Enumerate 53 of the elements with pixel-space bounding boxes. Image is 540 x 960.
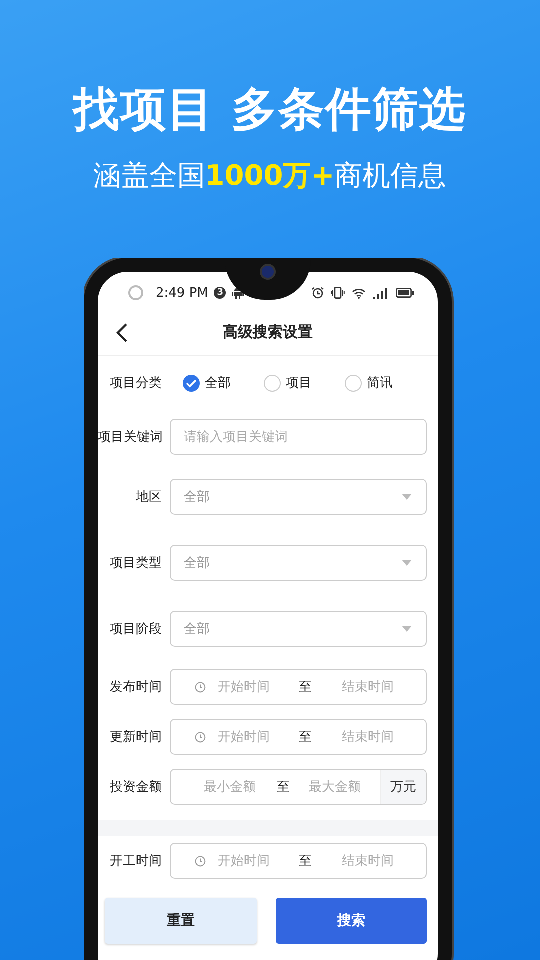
unit-label: 万元 bbox=[380, 770, 426, 804]
radio-button[interactable] bbox=[345, 374, 362, 392]
alarm-clock-icon bbox=[312, 287, 324, 299]
radio-label[interactable]: 全部 bbox=[205, 374, 231, 392]
range-separator: 至 bbox=[277, 779, 290, 796]
end-date-field[interactable]: 结束时间 bbox=[342, 854, 412, 868]
field-label: 发布时间 bbox=[109, 679, 162, 696]
check-icon bbox=[186, 378, 197, 388]
field-label: 项目关键词 bbox=[98, 429, 162, 446]
search-button[interactable]: 搜索 bbox=[276, 898, 427, 944]
field-label: 地区 bbox=[135, 489, 162, 506]
caret-icon bbox=[402, 560, 412, 566]
range-separator: 至 bbox=[299, 679, 312, 696]
end-date-field[interactable]: 结束时间 bbox=[342, 680, 412, 694]
caret-icon bbox=[402, 494, 412, 500]
clock-icon bbox=[195, 732, 206, 742]
radio-label[interactable]: 项目 bbox=[286, 374, 312, 392]
max-amount-field[interactable]: 最大金额 bbox=[309, 780, 373, 794]
radio-button[interactable] bbox=[183, 374, 200, 392]
range-separator: 至 bbox=[299, 853, 312, 870]
field-label: 项目类型 bbox=[109, 555, 162, 572]
wifi-icon bbox=[352, 288, 366, 298]
circle-icon bbox=[128, 285, 144, 301]
clock-icon bbox=[195, 682, 206, 692]
field-label: 投资金额 bbox=[109, 779, 162, 796]
start-date-field[interactable]: 开始时间 bbox=[218, 854, 288, 868]
signal-icon bbox=[373, 288, 389, 298]
field-label: 项目阶段 bbox=[109, 621, 162, 638]
dropdown-value: 全部 bbox=[184, 621, 210, 638]
min-amount-field[interactable]: 最小金额 bbox=[204, 780, 268, 794]
page-title: 高级搜索设置 bbox=[223, 323, 313, 341]
battery-icon bbox=[396, 288, 414, 298]
headline: 找项目 多条件筛选 bbox=[73, 81, 466, 138]
status-time: 2:49 PM bbox=[156, 286, 208, 300]
dropdown-value: 全部 bbox=[184, 555, 210, 572]
radio-label[interactable]: 简讯 bbox=[367, 374, 393, 392]
subtitle: 涵盖全国1000万+商机信息 bbox=[93, 158, 447, 194]
start-date-field[interactable]: 开始时间 bbox=[218, 730, 288, 744]
clock-icon bbox=[195, 856, 206, 866]
back-icon[interactable] bbox=[116, 322, 128, 342]
reset-button[interactable]: 重置 bbox=[105, 898, 256, 944]
field-label: 项目分类 bbox=[109, 375, 162, 392]
end-date-field[interactable]: 结束时间 bbox=[342, 730, 412, 744]
range-separator: 至 bbox=[299, 729, 312, 746]
caret-icon bbox=[402, 626, 412, 632]
field-label: 更新时间 bbox=[109, 729, 162, 746]
vibrate-icon bbox=[331, 287, 345, 299]
notification-badge: 3 bbox=[214, 287, 226, 299]
field-label: 开工时间 bbox=[109, 853, 162, 870]
radio-button[interactable] bbox=[264, 374, 281, 392]
dropdown-value: 全部 bbox=[184, 489, 210, 506]
start-date-field[interactable]: 开始时间 bbox=[218, 680, 288, 694]
input-field[interactable]: 请输入项目关键词 bbox=[170, 419, 427, 455]
